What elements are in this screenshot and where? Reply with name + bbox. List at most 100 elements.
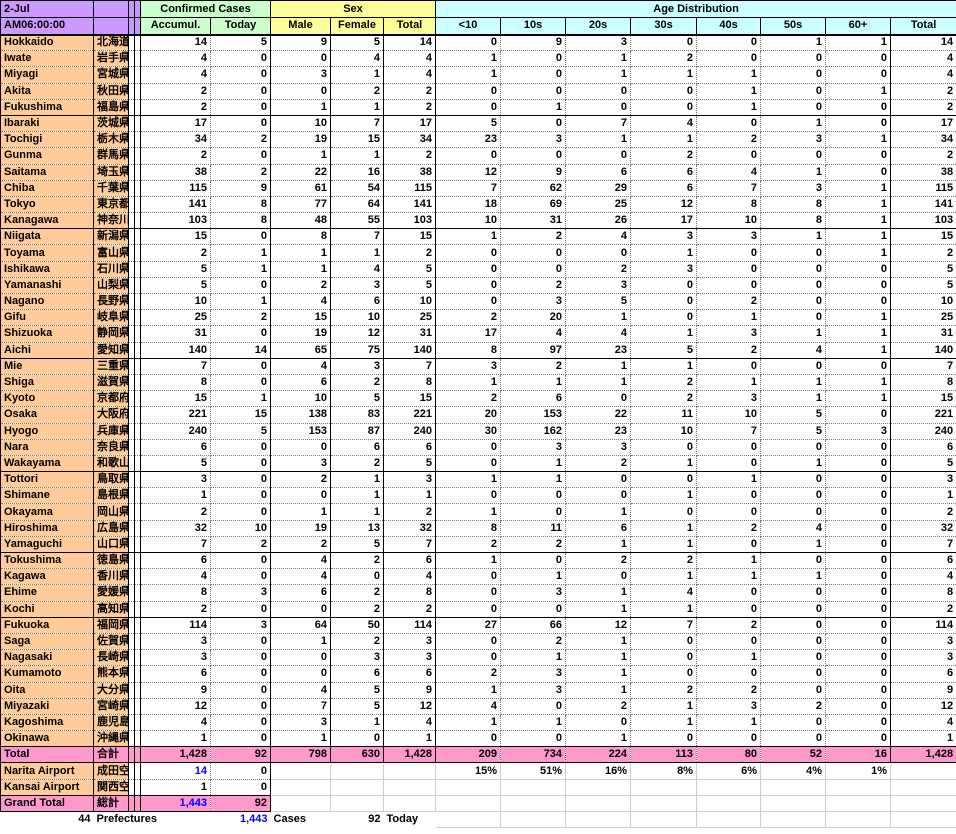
- empty-cell: [761, 795, 826, 811]
- cell-sex-total: [384, 763, 436, 779]
- cell-male: 48: [271, 213, 331, 229]
- cell-age-40s: 0: [697, 455, 761, 471]
- cell-age-u10: 209: [436, 747, 501, 763]
- cell-accumul: 14: [141, 763, 211, 779]
- cell-age-50s: 8: [761, 213, 826, 229]
- cell-age-50s: 0: [761, 553, 826, 569]
- prefecture-name-jp: 東京都: [94, 196, 129, 212]
- cell-sex-total: 2: [384, 601, 436, 617]
- cell-age-total: 14: [891, 35, 956, 51]
- cell-age-30s: 4: [631, 585, 697, 601]
- cell-age-10s: 0: [501, 504, 566, 520]
- cell-age-60plus: 0: [826, 698, 891, 714]
- cell-sex-total: 141: [384, 196, 436, 212]
- cell-age-30s: 113: [631, 747, 697, 763]
- cell-age-10s: 2: [501, 358, 566, 374]
- cell-female: 15: [331, 132, 384, 148]
- row-label-jp: 成田空港: [94, 763, 129, 779]
- table-row: Yamaguchi山口県7225722110107: [1, 536, 956, 552]
- cell-age-60plus: 3: [826, 423, 891, 439]
- cell-age-10s: 0: [501, 115, 566, 131]
- prefecture-name-en: Kagoshima: [1, 714, 94, 730]
- cell-today: 1: [211, 294, 271, 310]
- cell-male: 1: [271, 261, 331, 277]
- prefecture-name-jp: 新潟県: [94, 229, 129, 245]
- cell-accumul: 115: [141, 180, 211, 196]
- cell-age-20s: 224: [566, 747, 631, 763]
- cell-age-60plus: 1: [826, 229, 891, 245]
- col-header-age-20s: 20s: [566, 18, 631, 35]
- table-row: Okinawa沖縄県1010100100001: [1, 731, 956, 747]
- prefecture-name-en: Hokkaido: [1, 35, 94, 51]
- cell-age-20s: 25: [566, 196, 631, 212]
- cell-sex-total: 3: [384, 633, 436, 649]
- prefecture-name-en: Shimane: [1, 488, 94, 504]
- cell-male: 10: [271, 391, 331, 407]
- cell-age-10s: 20: [501, 310, 566, 326]
- cell-age-20s: 12: [566, 617, 631, 633]
- cell-today: 0: [211, 358, 271, 374]
- cell-age-30s: 1: [631, 569, 697, 585]
- cell-today: 0: [211, 83, 271, 99]
- cell-age-10s: 0: [501, 488, 566, 504]
- cell-age-40s: 7: [697, 180, 761, 196]
- cell-age-50s: 0: [761, 504, 826, 520]
- cell-age-50s: 0: [761, 261, 826, 277]
- cell-accumul: 2: [141, 99, 211, 115]
- cell-age-30s: 1: [631, 520, 697, 536]
- prefecture-name-en: Tokushima: [1, 553, 94, 569]
- cell-accumul: 2: [141, 601, 211, 617]
- cell-age-total: 103: [891, 213, 956, 229]
- cell-male: 4: [271, 294, 331, 310]
- cell-age-u10: 18: [436, 196, 501, 212]
- cell-male: 15: [271, 310, 331, 326]
- cell-today: 8: [211, 213, 271, 229]
- cell-age-50s: 0: [761, 601, 826, 617]
- cell-age-30s: 2: [631, 553, 697, 569]
- cell-today: 5: [211, 35, 271, 51]
- cell-accumul: 6: [141, 666, 211, 682]
- cell-age-50s: 1: [761, 229, 826, 245]
- table-row: Gunma群馬県2011200020002: [1, 148, 956, 164]
- cell-age-40s: 1: [697, 714, 761, 730]
- cell-female: 0: [331, 731, 384, 747]
- cell-accumul: 9: [141, 682, 211, 698]
- prefecture-name-jp: 鳥取県: [94, 472, 129, 488]
- cell-sex-total: 34: [384, 132, 436, 148]
- cell-female: 87: [331, 423, 384, 439]
- cell-age-60plus: 1: [826, 180, 891, 196]
- cell-age-total: 141: [891, 196, 956, 212]
- empty-cell: [697, 812, 761, 828]
- cell-age-50s: 0: [761, 666, 826, 682]
- cell-male: 138: [271, 407, 331, 423]
- empty-cell: [891, 795, 956, 811]
- cell-age-50s: 0: [761, 83, 826, 99]
- prefecture-name-jp: 群馬県: [94, 148, 129, 164]
- cell-age-20s: 0: [566, 99, 631, 115]
- cell-age-40s: 8: [697, 196, 761, 212]
- cell-age-60plus: 1: [826, 132, 891, 148]
- cell-today: 0: [211, 553, 271, 569]
- cell-female: 2: [331, 601, 384, 617]
- prefecture-name-jp: 佐賀県: [94, 633, 129, 649]
- header-time: AM06:00:00: [1, 18, 94, 35]
- cell-today: 1: [211, 245, 271, 261]
- prefecture-name-jp: 石川県: [94, 261, 129, 277]
- cell-age-20s: 1: [566, 682, 631, 698]
- cell-age-40s: 3: [697, 229, 761, 245]
- cell-male: 19: [271, 520, 331, 536]
- cell-age-40s: 0: [697, 115, 761, 131]
- cell-sex-total: 2: [384, 504, 436, 520]
- cell-age-60plus: 0: [826, 731, 891, 747]
- cell-age-60plus: 1: [826, 35, 891, 51]
- cell-age-60plus: 0: [826, 439, 891, 455]
- prefecture-name-jp: 宮城県: [94, 67, 129, 83]
- cell-age-percent-2: 16%: [566, 763, 631, 779]
- prefecture-name-jp: 宮崎県: [94, 698, 129, 714]
- row-label-en: Grand Total: [1, 795, 94, 811]
- prefecture-name-en: Akita: [1, 83, 94, 99]
- cell-age-10s: 3: [501, 439, 566, 455]
- cell-age-30s: 1: [631, 326, 697, 342]
- cell-sex-total: 6: [384, 553, 436, 569]
- cell-age-30s: 2: [631, 391, 697, 407]
